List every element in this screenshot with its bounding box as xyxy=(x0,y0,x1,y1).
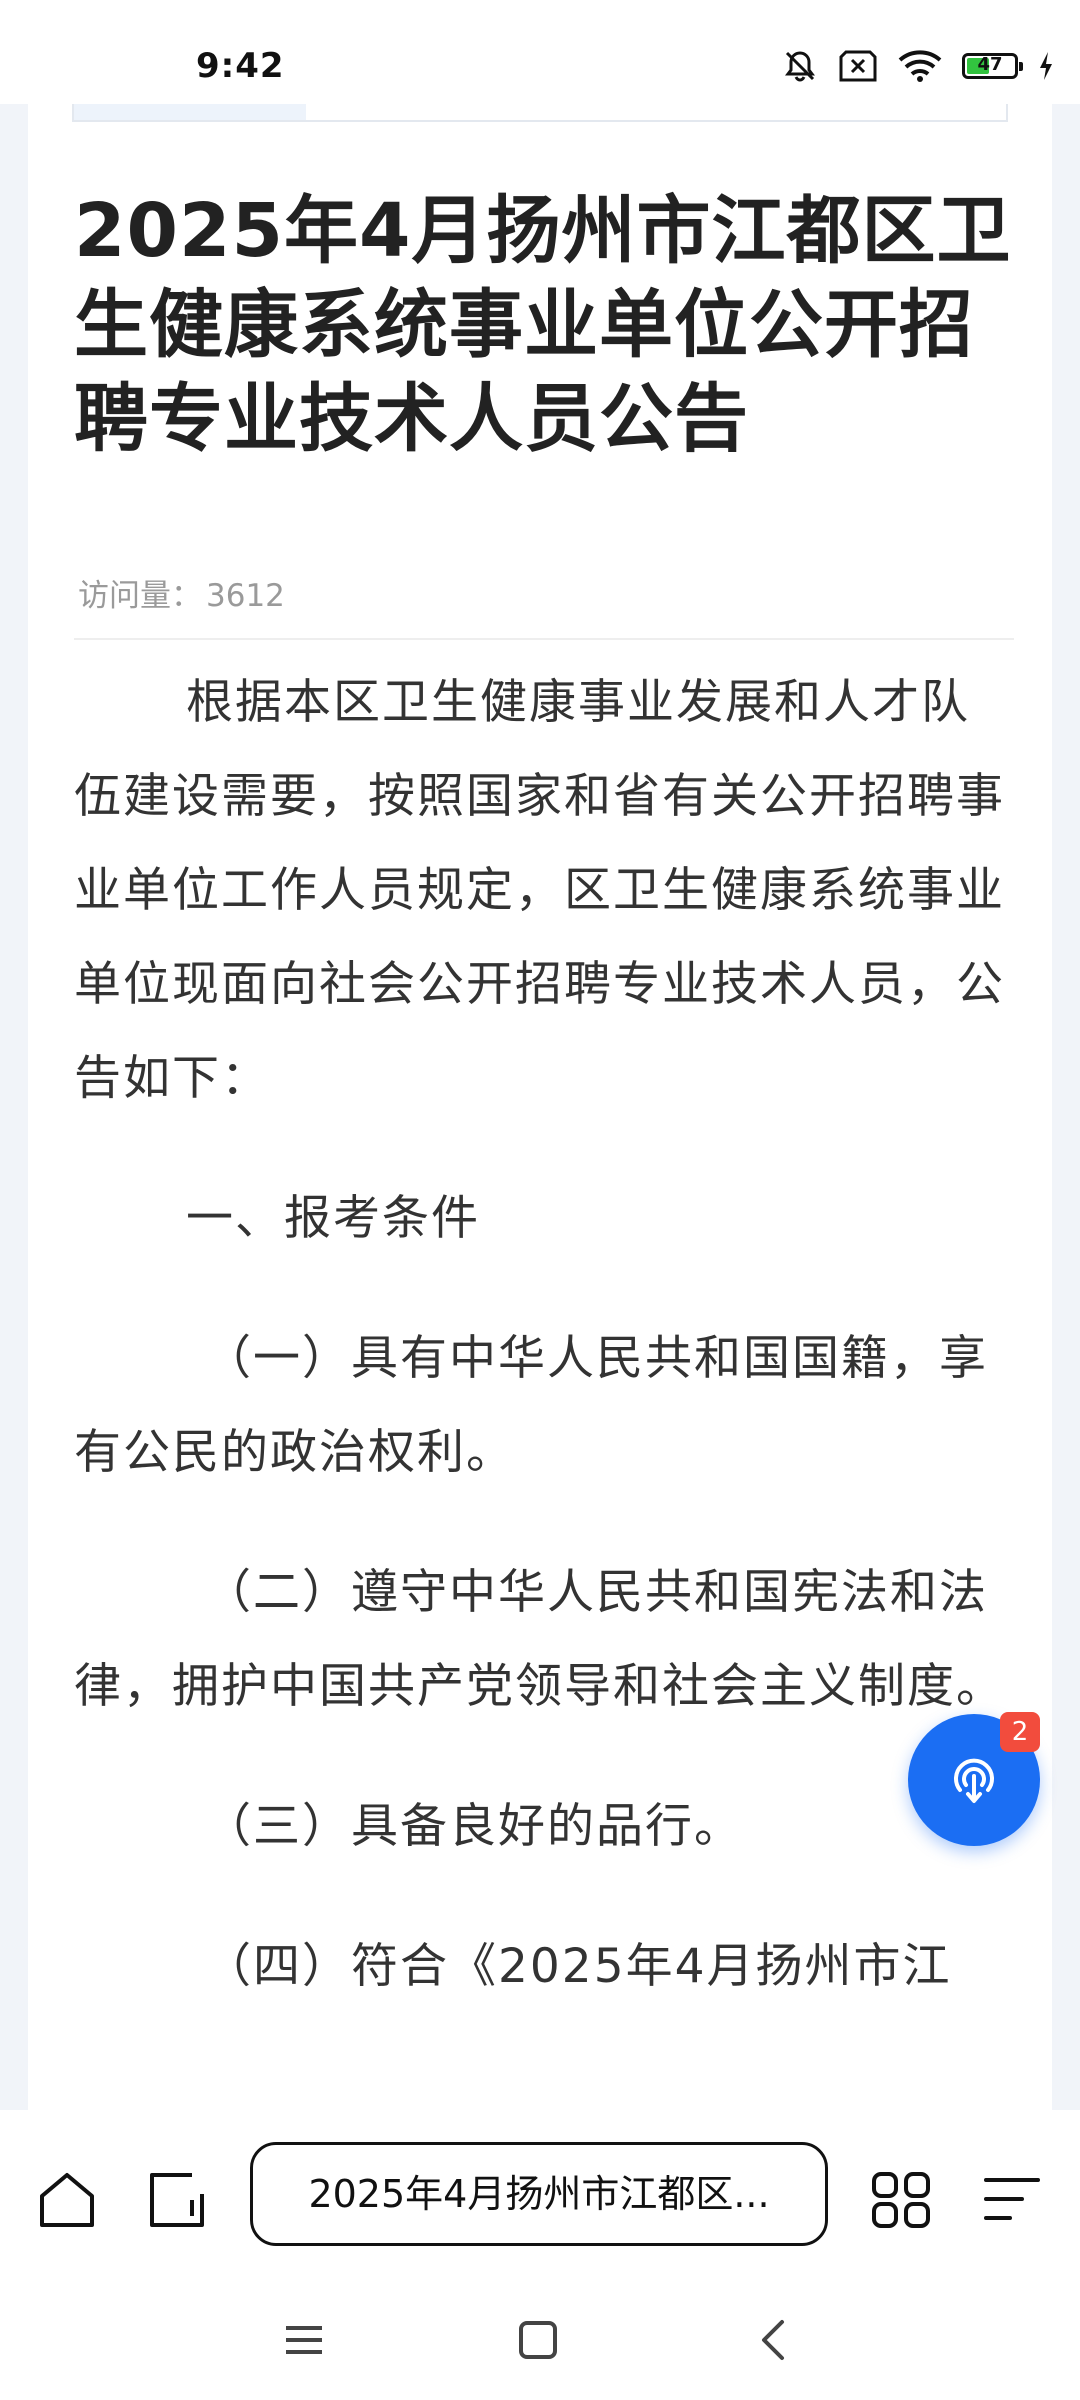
article-paragraph: （二）遵守中华人民共和国宪法和法律，拥护中国共产党领导和社会主义制度。 xyxy=(74,1565,1005,1714)
home-icon[interactable] xyxy=(36,2170,98,2234)
section-heading: 一、报考条件 xyxy=(186,1191,480,1246)
address-bar[interactable]: 2025年4月扬州市江都区... xyxy=(250,2142,828,2246)
notification-badge: 2 xyxy=(1000,1712,1040,1752)
article-title: 2025年4月扬州市江都区卫生健康系统事业单位公开招聘专业技术人员公告 xyxy=(74,188,1012,462)
bell-off-icon xyxy=(782,48,818,84)
sim-x-icon xyxy=(838,49,878,83)
article-card: 2025年4月扬州市江都区卫生健康系统事业单位公开招聘专业技术人员公告 访问量：… xyxy=(28,100,1052,2110)
article-paragraph: （四）符合《2025年4月扬州市江 xyxy=(204,1939,952,1994)
status-icons: 47 xyxy=(782,48,1054,84)
status-bar: 9:42 47 xyxy=(0,0,1080,104)
back-icon[interactable] xyxy=(752,2318,796,2366)
divider xyxy=(74,638,1014,640)
article-body: 根据本区卫生健康事业发展和人才队伍建设需要，按照国家和省有关公开招聘事业单位工作… xyxy=(74,656,1014,2014)
recent-apps-icon[interactable] xyxy=(282,2318,326,2366)
article-paragraph: 根据本区卫生健康事业发展和人才队伍建设需要，按照国家和省有关公开招聘事业单位工作… xyxy=(74,675,1005,1106)
article-paragraph: （三）具备良好的品行。 xyxy=(204,1799,743,1854)
battery-level: 47 xyxy=(977,54,1003,75)
system-nav-bar xyxy=(0,2290,1080,2400)
visit-count: 访问量： 3612 xyxy=(74,570,285,615)
charging-icon xyxy=(1038,51,1054,81)
status-time: 9:42 xyxy=(196,46,285,86)
article-paragraph: （一）具有中华人民共和国国籍，享有公民的政治权利。 xyxy=(74,1331,988,1480)
browser-toolbar: 2025年4月扬州市江都区... xyxy=(0,2110,1080,2290)
menu-icon[interactable] xyxy=(982,2170,1044,2234)
wifi-icon xyxy=(898,49,942,83)
tabs-icon[interactable] xyxy=(146,2170,208,2234)
home-square-icon[interactable] xyxy=(516,2318,560,2366)
battery-icon: 47 xyxy=(962,53,1023,79)
visit-count-label: 访问量： xyxy=(78,578,202,614)
podcast-icon xyxy=(954,1758,994,1803)
apps-grid-icon[interactable] xyxy=(870,2170,932,2234)
visit-count-value: 3612 xyxy=(206,578,285,614)
